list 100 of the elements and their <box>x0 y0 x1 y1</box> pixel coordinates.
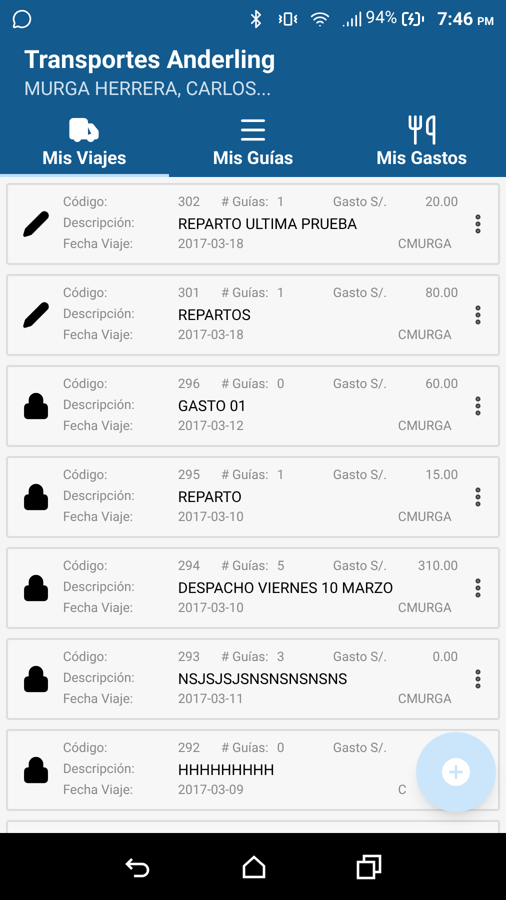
user-code: CMURGA <box>398 418 452 436</box>
field-label: Gasto S/. <box>333 376 387 394</box>
pencil-icon <box>22 301 50 329</box>
trip-code: 292 <box>178 740 200 758</box>
recents-icon[interactable] <box>356 854 382 880</box>
field-label: # Guías: <box>221 467 268 486</box>
pencil-icon <box>22 210 50 238</box>
clock-time: 7:46 <box>437 8 474 32</box>
expense-amount: 310.00 <box>418 558 458 576</box>
trip-description: GASTO 01 <box>178 396 247 417</box>
guide-count: 1 <box>277 467 284 486</box>
field-label: # Guías: <box>221 376 268 394</box>
trip-card[interactable]: Código: 293 # Guías: 3 Gasto S/. 0.00 Descripción: NSJSJSJSNSNSNSNSNS Fecha Viaje: 2017-03-11 CMURGA <box>6 638 500 720</box>
field-label: Descripción: <box>63 579 135 598</box>
guide-count: 5 <box>277 558 284 576</box>
expense-amount: 80.00 <box>425 285 458 304</box>
guide-count: 1 <box>277 285 284 304</box>
field-label: Código: <box>63 740 108 758</box>
trip-date: 2017-03-12 <box>178 418 244 436</box>
field-label: Descripción: <box>63 761 135 780</box>
guide-count: 0 <box>277 740 284 758</box>
trip-code: 296 <box>178 376 200 394</box>
field-label: # Guías: <box>221 558 268 576</box>
trip-description: DESPACHO VIERNES 10 MARZO <box>178 578 394 599</box>
lock-icon <box>22 483 50 511</box>
chat-icon <box>12 9 32 29</box>
field-label: Fecha Viaje: <box>63 236 133 254</box>
lock-icon <box>22 574 50 602</box>
trip-code: 294 <box>178 558 200 576</box>
trip-card[interactable]: Código: 295 # Guías: 1 Gasto S/. 15.00 Descripción: REPARTO Fecha Viaje: 2017-03-10 CMURGA <box>6 456 500 538</box>
tab[interactable]: Mis Gastos <box>337 110 506 177</box>
trip-card[interactable]: Código: 302 # Guías: 1 Gasto S/. 20.00 Descripción: REPARTO ULTIMA PRUEBA Fecha Viaje: 2017-03-18 CMURGA <box>6 183 500 265</box>
user-code: C <box>398 782 406 800</box>
field-label: # Guías: <box>221 285 268 304</box>
trip-date: 2017-03-09 <box>178 782 244 800</box>
trip-card[interactable]: Código: 296 # Guías: 0 Gasto S/. 60.00 Descripción: GASTO 01 Fecha Viaje: 2017-03-12 CMURGA <box>6 365 500 447</box>
trip-description: REPARTO <box>178 486 242 508</box>
plus-icon <box>442 758 470 786</box>
field-label: # Guías: <box>221 194 268 212</box>
user-code: CMURGA <box>398 691 452 710</box>
field-label: Código: <box>63 467 108 486</box>
guide-count: 1 <box>277 194 284 212</box>
user-code: CMURGA <box>398 509 452 528</box>
lock-icon <box>22 665 50 693</box>
field-label: Gasto S/. <box>333 558 387 576</box>
trip-code: 295 <box>178 467 200 486</box>
field-label: Código: <box>63 194 108 212</box>
user-code: CMURGA <box>398 327 452 346</box>
user-code: CMURGA <box>398 600 452 618</box>
field-label: Fecha Viaje: <box>63 691 133 710</box>
field-label: Código: <box>63 558 108 576</box>
signal-icon <box>342 9 362 29</box>
user-name: MURGA HERRERA, CARLOS... <box>24 76 272 102</box>
field-label: Gasto S/. <box>333 194 387 212</box>
field-label: # Guías: <box>221 649 268 668</box>
trip-date: 2017-03-18 <box>178 327 244 346</box>
expense-amount: 15.00 <box>425 467 458 486</box>
field-label: Gasto S/. <box>333 467 387 486</box>
guide-count: 3 <box>277 649 284 668</box>
field-label: Descripción: <box>63 670 135 688</box>
lock-icon <box>22 756 50 784</box>
field-label: Gasto S/. <box>333 649 387 668</box>
trip-description: REPARTO ULTIMA PRUEBA <box>178 214 358 235</box>
trip-code: 302 <box>178 194 200 212</box>
field-label: Fecha Viaje: <box>63 600 133 618</box>
field-label: Descripción: <box>63 488 135 506</box>
field-label: Código: <box>63 285 108 304</box>
trip-description: NSJSJSJSNSNSNSNSNS <box>178 668 348 690</box>
field-label: Gasto S/. <box>333 740 387 758</box>
expense-amount: 20.00 <box>425 194 458 212</box>
trip-date: 2017-03-10 <box>178 509 244 528</box>
trip-card[interactable]: Código: 301 # Guías: 1 Gasto S/. 80.00 Descripción: REPARTOS Fecha Viaje: 2017-03-18 CMURGA <box>6 274 500 356</box>
field-label: Descripción: <box>63 306 135 324</box>
tab[interactable]: Mis Guías <box>168 110 338 177</box>
field-label: Código: <box>63 376 108 394</box>
field-label: # Guías: <box>221 740 268 758</box>
app-title: Transportes Anderling <box>24 46 276 76</box>
battery-percent: 94% <box>366 7 398 30</box>
trip-code: 293 <box>178 649 200 668</box>
trip-description: HHHHHHHHH <box>178 760 274 781</box>
field-label: Código: <box>63 649 108 668</box>
cutlery-icon <box>406 114 438 146</box>
trip-date: 2017-03-18 <box>178 236 244 254</box>
clock-ampm: PM <box>477 14 494 30</box>
field-label: Fecha Viaje: <box>63 509 133 528</box>
trip-date: 2017-03-11 <box>178 691 244 710</box>
field-label: Fecha Viaje: <box>63 418 133 436</box>
field-label: Descripción: <box>63 215 135 234</box>
trip-description: REPARTOS <box>178 304 251 326</box>
field-label: Descripción: <box>63 397 135 416</box>
trip-card[interactable]: Código: 294 # Guías: 5 Gasto S/. 310.00 Descripción: DESPACHO VIERNES 10 MARZO Fecha Viaje: 2017-03-10 CMURGA <box>6 547 500 629</box>
user-code: CMURGA <box>398 236 452 254</box>
guide-count: 0 <box>277 376 284 394</box>
field-label: Fecha Viaje: <box>63 327 133 346</box>
field-label: Gasto S/. <box>333 285 387 304</box>
field-label: Fecha Viaje: <box>63 782 133 800</box>
trip-code: 301 <box>178 285 200 304</box>
expense-amount: 0.00 <box>432 649 458 668</box>
home-icon[interactable] <box>240 854 267 880</box>
trip-date: 2017-03-10 <box>178 600 244 618</box>
